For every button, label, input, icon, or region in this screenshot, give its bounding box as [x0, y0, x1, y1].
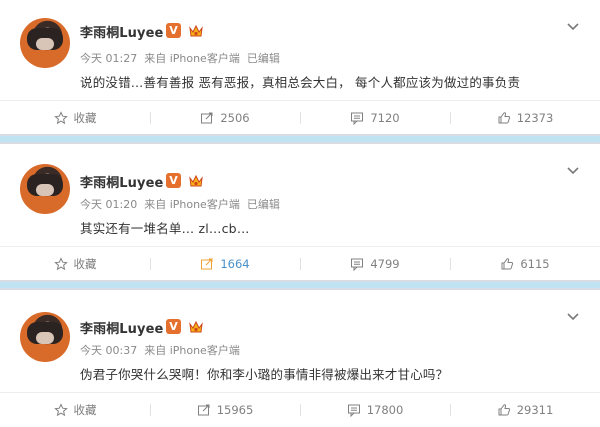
feed-separator	[0, 280, 600, 290]
author-name[interactable]: 李雨桐Luyee	[80, 172, 163, 191]
comment-icon	[351, 258, 364, 271]
post-1: 李雨桐Luyee V 今天 01:27 来自 iPhone客户端 已编辑 说的没错……	[0, 0, 600, 134]
crown-icon	[189, 24, 203, 37]
action-divider	[300, 404, 301, 416]
like-count: 29311	[516, 403, 554, 417]
crown-icon	[189, 174, 203, 187]
like-button[interactable]: 12373	[450, 101, 600, 135]
action-divider	[150, 404, 151, 416]
action-divider	[300, 258, 301, 270]
post-edited: 已编辑	[246, 198, 280, 211]
post-actions: 收藏 1664 4799 6115	[0, 246, 600, 281]
post-text: 其实还有一堆名单… zl…cb…	[80, 221, 250, 236]
repost-button[interactable]: 2506	[150, 101, 300, 135]
post-source[interactable]: 来自 iPhone客户端	[144, 344, 240, 357]
favorite-label: 收藏	[73, 403, 97, 417]
repost-count: 15965	[216, 403, 254, 417]
chevron-down-icon[interactable]	[566, 310, 580, 324]
author-name[interactable]: 李雨桐Luyee	[80, 22, 163, 41]
avatar[interactable]	[20, 312, 70, 362]
feed-separator	[0, 134, 600, 144]
action-divider	[450, 404, 451, 416]
post-time[interactable]: 今天 00:37	[80, 344, 137, 357]
star-icon	[53, 257, 68, 271]
comment-count: 7120	[370, 111, 400, 125]
crown-icon	[189, 320, 203, 333]
post-source[interactable]: 来自 iPhone客户端	[144, 52, 240, 65]
favorite-button[interactable]: 收藏	[0, 247, 150, 281]
favorite-button[interactable]: 收藏	[0, 393, 150, 427]
avatar[interactable]	[20, 164, 70, 214]
like-button[interactable]: 29311	[450, 393, 600, 427]
comment-button[interactable]: 4799	[300, 247, 450, 281]
post-meta: 今天 01:20 来自 iPhone客户端 已编辑	[80, 196, 287, 212]
like-icon	[498, 404, 510, 416]
comment-count: 17800	[366, 403, 404, 417]
like-count: 6115	[520, 257, 550, 271]
star-icon	[53, 111, 68, 125]
like-button[interactable]: 6115	[450, 247, 600, 281]
repost-icon	[201, 112, 213, 124]
post-meta: 今天 00:37 来自 iPhone客户端	[80, 342, 247, 358]
favorite-button[interactable]: 收藏	[0, 101, 150, 135]
post-text: 说的没错…善有善报 恶有恶报，真相总会大白， 每个人都应该为做过的事负责	[80, 75, 521, 90]
like-icon	[501, 258, 514, 270]
post-3: 李雨桐Luyee V 今天 00:37 来自 iPhone客户端 伪君子你哭什么哭…	[0, 290, 600, 427]
repost-button[interactable]: 1664	[150, 247, 300, 281]
like-count: 12373	[516, 111, 554, 125]
repost-count: 1664	[220, 257, 250, 271]
comment-count: 4799	[370, 257, 400, 271]
post-meta: 今天 01:27 来自 iPhone客户端 已编辑	[80, 50, 287, 66]
comment-icon	[347, 404, 360, 417]
post-source[interactable]: 来自 iPhone客户端	[144, 198, 240, 211]
star-icon	[53, 403, 68, 417]
like-icon	[498, 112, 510, 124]
chevron-down-icon[interactable]	[566, 20, 580, 34]
favorite-label: 收藏	[73, 257, 97, 271]
repost-count: 2506	[220, 111, 250, 125]
repost-icon	[201, 258, 213, 270]
chevron-down-icon[interactable]	[566, 164, 580, 178]
repost-button[interactable]: 15965	[150, 393, 300, 427]
post-edited: 已编辑	[246, 52, 280, 65]
post-time[interactable]: 今天 01:20	[80, 198, 137, 211]
comment-button[interactable]: 17800	[300, 393, 450, 427]
verified-badge: V	[166, 23, 181, 38]
post-text: 伪君子你哭什么哭啊！你和李小璐的事情非得被爆出来才甘心吗？	[80, 367, 449, 382]
avatar[interactable]	[20, 18, 70, 68]
author-name[interactable]: 李雨桐Luyee	[80, 318, 163, 337]
post-actions: 收藏 15965 17800 29311	[0, 392, 600, 427]
verified-badge: V	[166, 173, 181, 188]
action-divider	[300, 112, 301, 124]
repost-icon	[197, 404, 210, 416]
verified-badge: V	[166, 319, 181, 334]
action-divider	[150, 258, 151, 270]
comment-button[interactable]: 7120	[300, 101, 450, 135]
post-actions: 收藏 2506 7120 12373	[0, 100, 600, 135]
favorite-label: 收藏	[73, 111, 97, 125]
post-time[interactable]: 今天 01:27	[80, 52, 137, 65]
post-2: 李雨桐Luyee V 今天 01:20 来自 iPhone客户端 已编辑 其实还有一…	[0, 144, 600, 280]
action-divider	[150, 112, 151, 124]
action-divider	[450, 112, 451, 124]
action-divider	[450, 258, 451, 270]
comment-icon	[351, 112, 364, 125]
